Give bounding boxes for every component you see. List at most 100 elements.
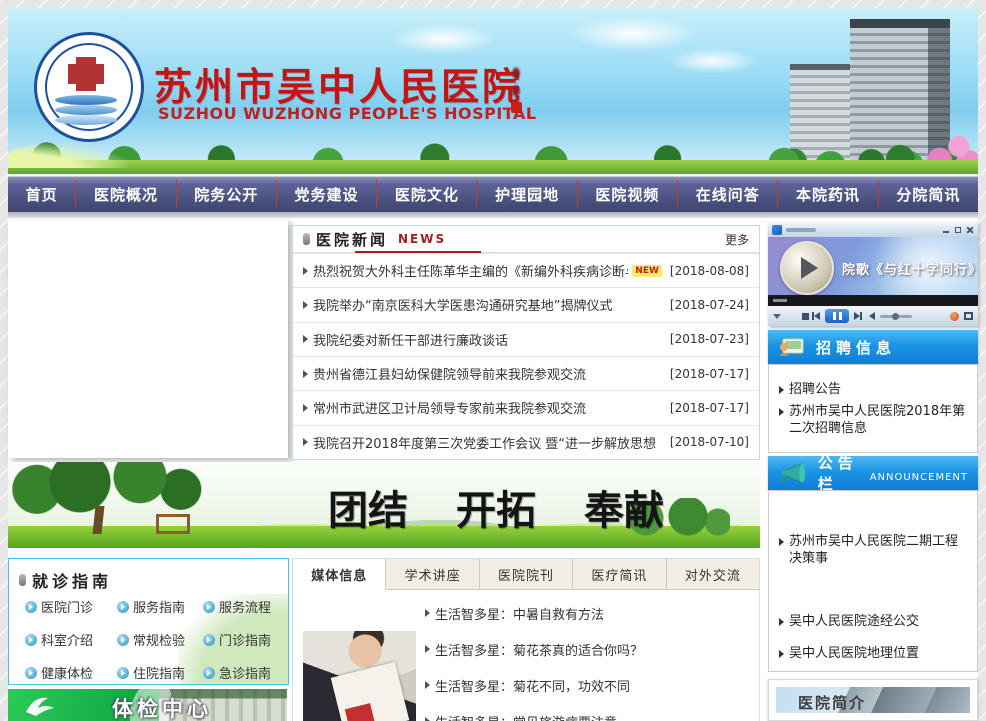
nav-item-affairs[interactable]: 院务公开: [184, 176, 268, 212]
guide-link-checkup[interactable]: 健康体检: [25, 663, 117, 682]
news-link[interactable]: 热烈祝贺大外科主任陈革华主编的《新编外科疾病诊断与治: [313, 261, 628, 280]
arrow-bullet-icon: [425, 717, 430, 721]
announce-panel: 苏州市吴中人民医院二期工程决策事 吴中人民医院途经公交 吴中人民医院地理位置: [768, 490, 978, 672]
guide-link-departments[interactable]: 科室介绍: [25, 630, 117, 649]
news-link[interactable]: 贵州省德江县妇幼保健院领导前来我院参观交流: [313, 364, 586, 383]
arrow-bullet-icon: [779, 408, 784, 416]
previous-icon[interactable]: [814, 312, 820, 320]
tab-briefs[interactable]: 医疗简讯: [573, 559, 666, 589]
stop-icon[interactable]: [802, 313, 809, 320]
news-link[interactable]: 我院纪委对新任干部进行廉政谈话: [313, 330, 508, 349]
tab-lectures[interactable]: 学术讲座: [386, 559, 479, 589]
volume-icon[interactable]: [869, 312, 875, 320]
guide-link-inpatient[interactable]: 住院指南: [117, 663, 203, 682]
tab-media-info[interactable]: 媒体信息: [293, 559, 386, 590]
guide-label: 住院指南: [133, 663, 185, 682]
checkup-center-banner[interactable]: 体检中心: [8, 689, 287, 721]
guide-label: 医院门诊: [41, 597, 93, 616]
nav-item-qa[interactable]: 在线问答: [686, 176, 770, 212]
playlist-dropdown-icon[interactable]: [773, 314, 781, 319]
media-article-link[interactable]: 生活智多星：菊花茶真的适合你吗？: [425, 631, 751, 667]
nav-item-home[interactable]: 首页: [16, 176, 68, 212]
logo-wave: [55, 95, 117, 105]
guide-link-service-flow[interactable]: 服务流程: [203, 597, 277, 616]
volume-slider[interactable]: [880, 315, 912, 318]
guide-link-emergency[interactable]: 急诊指南: [203, 663, 277, 682]
nav-separator: [878, 180, 879, 208]
nav-item-party[interactable]: 党务建设: [285, 176, 369, 212]
nav-separator: [677, 180, 678, 208]
news-more-link[interactable]: 更多: [725, 231, 749, 248]
play-button-icon[interactable]: [780, 241, 834, 295]
nav-item-pharmacy[interactable]: 本院药讯: [786, 176, 870, 212]
article-label: 生活智多星：菊花不同，功效不同: [435, 676, 630, 695]
recruit-link[interactable]: 苏州市吴中人民医院2018年第二次招聘信息: [779, 403, 969, 437]
new-badge: NEW: [632, 265, 662, 277]
guide-link-lab-tests[interactable]: 常规检验: [117, 630, 203, 649]
hospital-logo-icon[interactable]: [34, 32, 144, 142]
news-row: 我院纪委对新任干部进行廉政谈话 [2018-07-23]: [293, 322, 759, 356]
record-icon[interactable]: [950, 312, 959, 321]
player-titlebar: [768, 222, 978, 237]
news-row: 贵州省德江县妇幼保健院领导前来我院参观交流 [2018-07-17]: [293, 356, 759, 390]
guide-link-service-guide[interactable]: 服务指南: [117, 597, 203, 616]
player-logo-icon: [772, 225, 782, 235]
nav-item-culture[interactable]: 医院文化: [385, 176, 469, 212]
news-link[interactable]: 我院召开2018年度第三次党委工作会议 暨“进一步解放思想: [313, 433, 656, 452]
maximize-icon[interactable]: [954, 226, 962, 234]
site-header: 苏州市吴中人民医院 SUZHOU WUZHONG PEOPLE'S HOSPIT…: [8, 8, 978, 174]
section-bullet-icon: [303, 233, 310, 245]
megaphone-icon: [778, 460, 806, 486]
window-controls: [942, 226, 974, 234]
nav-item-video[interactable]: 医院视频: [585, 176, 669, 212]
recruit-link[interactable]: 招聘公告: [779, 381, 969, 398]
minimize-icon[interactable]: [942, 226, 950, 234]
dot-bullet-icon: [117, 634, 129, 646]
fullscreen-icon[interactable]: [964, 312, 973, 320]
announce-link[interactable]: 苏州市吴中人民医院二期工程决策事: [779, 533, 969, 567]
nav-item-branch[interactable]: 分院简讯: [886, 176, 970, 212]
arrow-bullet-icon: [303, 370, 308, 378]
nav-item-overview[interactable]: 医院概况: [84, 176, 168, 212]
slideshow-placeholder: [8, 220, 288, 458]
next-icon[interactable]: [854, 312, 860, 320]
guide-link-outpatient[interactable]: 医院门诊: [25, 597, 117, 616]
close-icon[interactable]: [966, 226, 974, 234]
recruit-panel: 招聘公告 苏州市吴中人民医院2018年第二次招聘信息: [768, 364, 978, 453]
news-date: [2018-07-23]: [662, 332, 749, 346]
media-article-link[interactable]: 生活智多星：中暑自救有方法: [425, 595, 751, 631]
news-date: [2018-08-08]: [662, 264, 749, 278]
guide-label: 急诊指南: [219, 663, 271, 682]
arrow-bullet-icon: [303, 404, 308, 412]
news-link[interactable]: 我院举办“南京医科大学医患沟通研究基地”揭牌仪式: [313, 295, 612, 314]
news-link[interactable]: 常州市武进区卫计局领导专家前来我院参观交流: [313, 398, 586, 417]
media-article-link[interactable]: 生活智多星：常见旅游病要注意: [425, 703, 751, 721]
tab-exchange[interactable]: 对外交流: [667, 559, 759, 589]
nav-item-nursing[interactable]: 护理园地: [485, 176, 569, 212]
checkup-center-title: 体检中心: [112, 693, 212, 721]
hospital-homepage: 苏州市吴中人民医院 SUZHOU WUZHONG PEOPLE'S HOSPIT…: [0, 0, 986, 721]
tree-decoration: [8, 462, 248, 530]
dot-bullet-icon: [25, 601, 37, 613]
guide-label: 科室介绍: [41, 630, 93, 649]
pause-button[interactable]: [825, 309, 849, 323]
motto-word: 开拓: [456, 478, 536, 536]
dot-bullet-icon: [117, 601, 129, 613]
player-info-strip: [768, 295, 978, 306]
announce-subtitle: ANNOUNCEMENT: [870, 472, 968, 483]
player-controls: [768, 306, 978, 326]
nav-separator: [276, 180, 277, 208]
announce-link[interactable]: 吴中人民医院途经公交: [779, 613, 969, 630]
header-grass: [8, 160, 978, 174]
announce-link[interactable]: 吴中人民医院地理位置: [779, 645, 969, 662]
motto-text: 团结 开拓 奉献: [328, 478, 664, 536]
tab-journal[interactable]: 医院院刊: [480, 559, 573, 589]
nav-separator: [376, 180, 377, 208]
dot-bullet-icon: [25, 667, 37, 679]
announce-title: 公告栏: [818, 452, 870, 494]
newspaper-decoration: [331, 662, 410, 721]
hospital-intro-card[interactable]: 医院简介: [768, 679, 978, 721]
arrow-bullet-icon: [425, 609, 430, 617]
guide-link-clinic-guide[interactable]: 门诊指南: [203, 630, 277, 649]
media-article-link[interactable]: 生活智多星：菊花不同，功效不同: [425, 667, 751, 703]
